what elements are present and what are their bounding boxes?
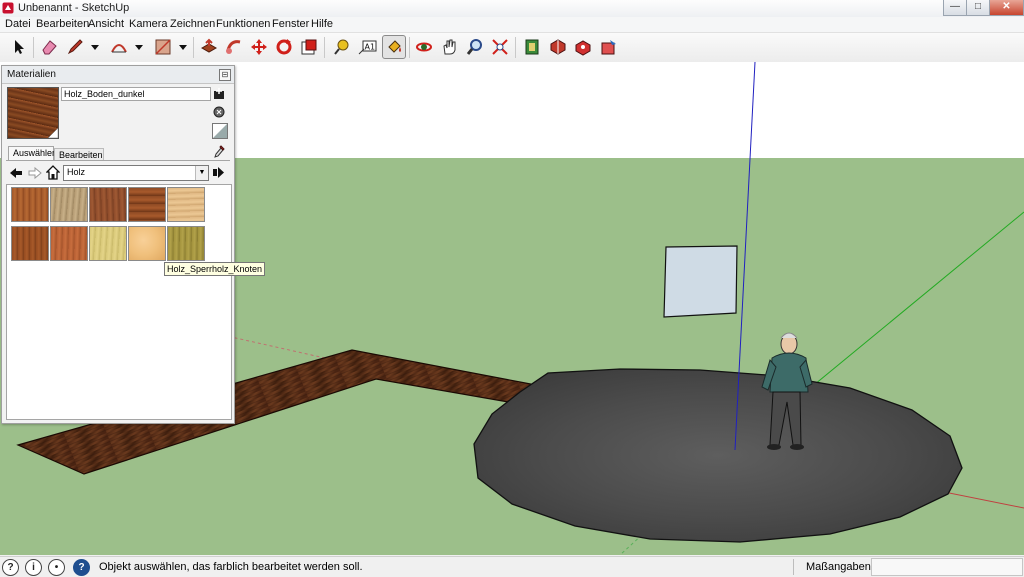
menu-datei[interactable]: Datei: [5, 18, 31, 30]
orbit-icon[interactable]: [413, 36, 435, 58]
menu-kamera[interactable]: Kamera: [129, 18, 168, 30]
toolbar-separator: [409, 37, 410, 58]
sample-paint-icon[interactable]: [213, 105, 225, 119]
window-title: Unbenannt - SketchUp: [18, 2, 130, 14]
toolbar-separator: [515, 37, 516, 58]
default-material-icon[interactable]: [212, 123, 228, 139]
material-swatch[interactable]: [50, 187, 88, 222]
tab-divider: [6, 160, 230, 161]
title-bar: Unbenannt - SketchUp — □ ✕: [0, 0, 1024, 18]
get-models-icon[interactable]: [547, 36, 569, 58]
back-arrow-icon[interactable]: [9, 166, 23, 180]
materials-panel-header: Materialien ⊟: [2, 66, 234, 84]
library-select[interactable]: Holz ▼: [63, 165, 209, 181]
menu-fenster[interactable]: Fenster: [272, 18, 309, 30]
rotate-icon[interactable]: [273, 36, 295, 58]
materials-panel-title: Materialien: [7, 69, 56, 80]
materials-panel: Materialien ⊟ Auswählen Bearbeiten Holz …: [1, 65, 235, 424]
chevron-down-icon[interactable]: ▼: [195, 166, 208, 180]
eraser-icon[interactable]: [38, 36, 60, 58]
create-material-icon[interactable]: [213, 88, 225, 100]
tab-auswaehlen-label: Auswählen: [13, 148, 58, 158]
material-swatch[interactable]: [89, 187, 127, 222]
tab-auswaehlen[interactable]: Auswählen: [8, 146, 58, 161]
material-swatch[interactable]: [128, 226, 166, 261]
help-icon[interactable]: ?: [73, 559, 90, 576]
text-icon[interactable]: A1: [356, 36, 378, 58]
material-name-field[interactable]: [61, 87, 211, 101]
menu-bar: Datei Bearbeiten Ansicht Kamera Zeichnen…: [0, 17, 1024, 33]
tab-bearbeiten-label: Bearbeiten: [59, 150, 103, 160]
library-select-value: Holz: [67, 167, 86, 177]
measure-input[interactable]: [871, 558, 1023, 576]
share-model-icon[interactable]: [572, 36, 594, 58]
chevron-down-icon[interactable]: [88, 36, 102, 58]
forward-arrow-icon[interactable]: [28, 166, 42, 180]
select-icon[interactable]: [8, 36, 30, 58]
scale-icon[interactable]: [298, 36, 320, 58]
measure-label: Maßangaben: [806, 561, 871, 573]
status-message: Objekt auswählen, das farblich bearbeite…: [99, 561, 363, 573]
menu-zeichnen[interactable]: Zeichnen: [170, 18, 215, 30]
geolocation-icon[interactable]: ?: [2, 559, 19, 576]
toolbar-separator: [324, 37, 325, 58]
user-icon[interactable]: •: [48, 559, 65, 576]
chevron-down-icon[interactable]: [132, 36, 146, 58]
main-toolbar: A1: [0, 33, 1024, 63]
chevron-down-icon[interactable]: [176, 36, 190, 58]
close-button[interactable]: ✕: [989, 0, 1024, 16]
toolbar-separator: [33, 37, 34, 58]
sketchup-app-icon: [2, 2, 14, 14]
material-swatch[interactable]: [50, 226, 88, 261]
material-swatch[interactable]: [11, 226, 49, 261]
pan-icon[interactable]: [438, 36, 460, 58]
material-swatch[interactable]: [89, 226, 127, 261]
panel-close-icon[interactable]: ⊟: [219, 69, 231, 81]
material-swatch[interactable]: [11, 187, 49, 222]
status-divider: [793, 559, 794, 575]
arc-icon[interactable]: [108, 36, 130, 58]
floating-square: [663, 245, 738, 318]
material-preview-corner-icon: [48, 128, 58, 138]
material-swatch[interactable]: [167, 226, 205, 261]
swatch-tooltip: Holz_Sperrholz_Knoten: [164, 262, 266, 276]
push-pull-icon[interactable]: [198, 36, 220, 58]
status-bar: ? i • ? Objekt auswählen, das farblich b…: [0, 556, 1024, 577]
menu-funktionen[interactable]: Funktionen: [216, 18, 270, 30]
toolbar-separator: [193, 37, 194, 58]
upload-icon[interactable]: [598, 36, 620, 58]
menu-ansicht[interactable]: Ansicht: [88, 18, 124, 30]
minimize-button[interactable]: —: [943, 0, 967, 16]
details-arrow-icon[interactable]: [213, 166, 225, 179]
tape-measure-icon[interactable]: [331, 36, 353, 58]
follow-me-icon[interactable]: [223, 36, 245, 58]
material-swatch[interactable]: [128, 187, 166, 222]
rectangle-icon[interactable]: [152, 36, 174, 58]
zoom-extents-icon[interactable]: [489, 36, 511, 58]
maximize-button[interactable]: □: [966, 0, 990, 16]
svg-text:A1: A1: [365, 43, 376, 52]
menu-hilfe[interactable]: Hilfe: [311, 18, 333, 30]
menu-bearbeiten[interactable]: Bearbeiten: [36, 18, 89, 30]
credits-icon[interactable]: i: [25, 559, 42, 576]
move-icon[interactable]: [248, 36, 270, 58]
material-swatch-grid: [6, 184, 232, 420]
paint-bucket-icon[interactable]: [382, 35, 406, 59]
material-swatch[interactable]: [167, 187, 205, 222]
3d-warehouse-icon[interactable]: [521, 36, 543, 58]
eyedropper-icon[interactable]: [213, 144, 225, 158]
pencil-icon[interactable]: [64, 36, 86, 58]
zoom-icon[interactable]: [464, 36, 486, 58]
home-icon[interactable]: [45, 165, 61, 180]
